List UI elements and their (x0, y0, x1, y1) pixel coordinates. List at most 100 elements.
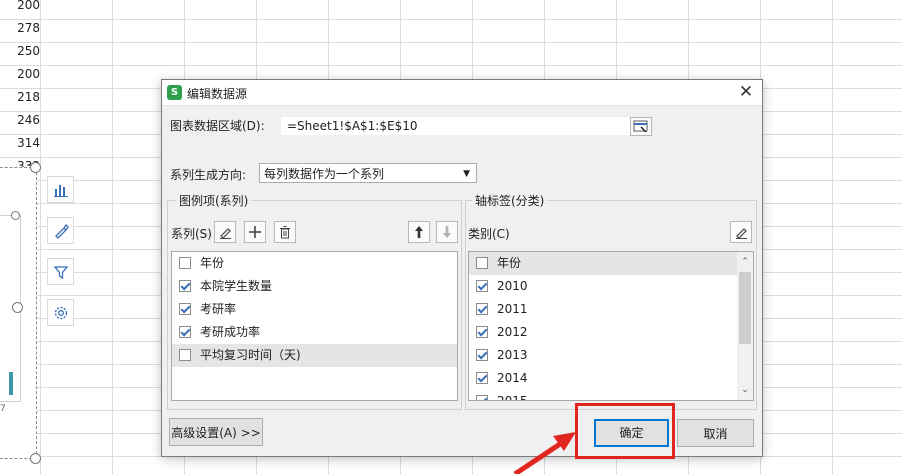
arrow-up-icon (415, 226, 423, 238)
pencil-icon (220, 228, 231, 239)
item-label: 2015 (497, 394, 528, 401)
resize-handle[interactable] (11, 211, 20, 220)
item-checkbox[interactable] (476, 349, 488, 361)
item-label: 考研成功率 (200, 325, 261, 339)
list-item[interactable]: 平均复习时间（天) (172, 344, 457, 367)
series-label: 系列(S) (171, 227, 212, 241)
move-down-button[interactable] (436, 221, 458, 243)
arrow-down-icon (443, 226, 451, 238)
range-picker-icon (633, 120, 648, 133)
data-range-label: 图表数据区域(D): (170, 119, 265, 133)
item-label: 2011 (497, 302, 528, 316)
data-range-row: 图表数据区域(D): =Sheet1!$A$1:$E$10 (170, 116, 746, 136)
item-checkbox[interactable] (476, 395, 488, 400)
chart-axis-tick: 7 (0, 404, 6, 414)
item-checkbox[interactable] (179, 303, 191, 315)
list-item[interactable]: 2011 (469, 298, 737, 321)
list-item[interactable]: 考研成功率 (172, 321, 457, 344)
axis-labels-group: 轴标签(分类) 类别(C) 年份 2010 2011 2012 2013 2014 2015… (465, 192, 757, 410)
scroll-up-icon[interactable]: ⌃ (737, 254, 753, 270)
list-item[interactable]: 年份 (172, 252, 457, 275)
dropdown-arrow-icon: ▼ (463, 169, 470, 179)
trash-icon (280, 226, 290, 239)
delete-series-button[interactable] (274, 221, 296, 243)
visible-cell-values: 200 278 250 200 218 246 314 333 (0, 0, 40, 178)
item-label: 2014 (497, 371, 528, 385)
chart-filter-button[interactable] (47, 258, 74, 285)
category-list: 年份 2010 2011 2012 2013 2014 2015 ⌃ ⌄ (468, 251, 754, 401)
scroll-down-icon[interactable]: ⌄ (737, 382, 753, 398)
dialog-title: 编辑数据源 (187, 87, 248, 101)
highlight-box (575, 403, 675, 459)
plus-icon (249, 226, 261, 238)
item-label: 平均复习时间（天) (200, 348, 301, 362)
item-checkbox[interactable] (476, 372, 488, 384)
cancel-button[interactable]: 取消 (677, 419, 754, 447)
gear-icon (54, 306, 67, 319)
list-item[interactable]: 考研率 (172, 298, 457, 321)
series-direction-select[interactable]: 每列数据作为一个系列 ▼ (259, 163, 477, 183)
item-checkbox[interactable] (476, 303, 488, 315)
category-scrollbar[interactable]: ⌃ ⌄ (737, 252, 753, 400)
cell-value[interactable]: 314 (0, 132, 40, 155)
close-icon: ✕ (738, 82, 754, 102)
chart-bar (9, 372, 13, 395)
chart-side-toolbar (47, 176, 74, 340)
edit-series-button[interactable] (214, 221, 236, 243)
data-range-input[interactable]: =Sheet1!$A$1:$E$10 (280, 116, 634, 136)
cell-value[interactable]: 278 (0, 17, 40, 40)
list-item[interactable]: 2013 (469, 344, 737, 367)
advanced-settings-button[interactable]: 高级设置(A) >> (169, 418, 263, 446)
cell-value[interactable]: 200 (0, 63, 40, 86)
add-series-button[interactable] (244, 221, 266, 243)
scroll-thumb[interactable] (739, 272, 751, 344)
item-checkbox[interactable] (476, 257, 488, 269)
cell-value[interactable]: 246 (0, 109, 40, 132)
brush-style-icon (54, 223, 69, 239)
cell-value[interactable]: 200 (0, 0, 40, 17)
list-item[interactable]: 2015 (469, 390, 737, 401)
item-label: 年份 (497, 256, 522, 270)
resize-handle[interactable] (30, 453, 41, 464)
item-checkbox[interactable] (476, 326, 488, 338)
list-item[interactable]: 2014 (469, 367, 737, 390)
move-up-button[interactable] (408, 221, 430, 243)
list-item[interactable]: 本院学生数量 (172, 275, 457, 298)
item-label: 考研率 (200, 302, 237, 316)
filter-icon (53, 265, 68, 279)
app-logo-icon: S (167, 85, 182, 100)
resize-handle[interactable] (12, 302, 23, 313)
item-label: 2013 (497, 348, 528, 362)
chart-settings-button[interactable] (47, 299, 74, 326)
chart-elements-button[interactable] (47, 176, 74, 203)
axis-group-title: 轴标签(分类) (472, 192, 548, 209)
category-label: 类别(C) (468, 227, 510, 241)
item-label: 本院学生数量 (200, 279, 273, 293)
direction-label: 系列生成方向: (170, 168, 247, 182)
item-checkbox[interactable] (476, 280, 488, 292)
legend-group-title: 图例项(系列) (176, 192, 252, 209)
series-list: 年份本院学生数量 考研率考研成功率平均复习时间（天) (171, 251, 458, 401)
edit-data-source-dialog: S 编辑数据源 ✕ 图表数据区域(D): =Sheet1!$A$1:$E$10 … (161, 79, 763, 457)
list-item[interactable]: 2010 (469, 275, 737, 298)
cell-value[interactable]: 250 (0, 40, 40, 63)
dialog-titlebar[interactable]: S 编辑数据源 ✕ (162, 80, 762, 106)
item-label: 2012 (497, 325, 528, 339)
chart-elements-icon (53, 184, 68, 197)
cell-value[interactable]: 218 (0, 86, 40, 109)
edit-category-button[interactable] (730, 221, 752, 243)
resize-handle[interactable] (30, 162, 41, 173)
list-item[interactable]: 2012 (469, 321, 737, 344)
list-item[interactable]: 年份 (469, 252, 737, 275)
pencil-icon (736, 228, 747, 239)
close-button[interactable]: ✕ (736, 82, 756, 102)
chart-style-button[interactable] (47, 217, 74, 244)
range-select-button[interactable] (630, 117, 652, 136)
item-checkbox[interactable] (179, 326, 191, 338)
series-direction-value: 每列数据作为一个系列 (264, 167, 385, 181)
legend-series-group: 图例项(系列) 系列(S) 年份本院学生数量 考研率考研成功率平均复习时间（天) (167, 192, 462, 410)
item-checkbox[interactable] (179, 257, 191, 269)
item-label: 2010 (497, 279, 528, 293)
item-checkbox[interactable] (179, 280, 191, 292)
item-checkbox[interactable] (179, 349, 191, 361)
